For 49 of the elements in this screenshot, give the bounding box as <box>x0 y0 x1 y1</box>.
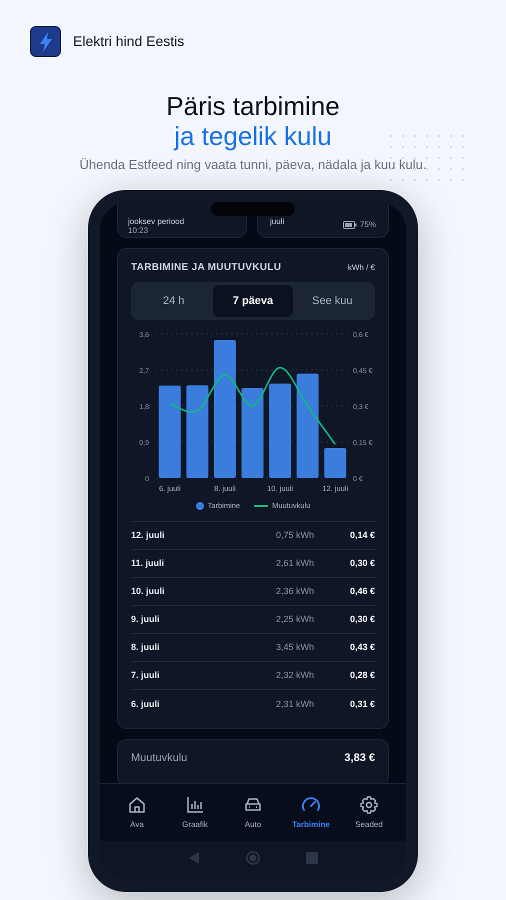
nav-tab[interactable]: Auto <box>224 794 282 830</box>
row-date: 7. juuli <box>131 669 161 682</box>
period-tab[interactable]: 7 päeva <box>213 285 293 317</box>
total-value: 3,83 € <box>344 751 375 766</box>
home-icon <box>127 794 147 814</box>
headline: Päris tarbimine <box>166 91 340 121</box>
row-cost: 0,30 € <box>348 557 375 570</box>
period-tab[interactable]: 24 h <box>134 285 214 317</box>
bar-chart-icon <box>185 794 205 814</box>
home-button-icon[interactable] <box>246 851 260 865</box>
row-date: 6. juuli <box>131 698 161 711</box>
row-consumption: 2,32 kWh <box>274 669 314 682</box>
nav-tab[interactable]: Tarbimine <box>282 794 340 830</box>
row-cost: 0,43 € <box>348 641 375 654</box>
app-logo-icon <box>30 26 61 57</box>
row-consumption: 2,25 kWh <box>274 613 314 626</box>
recents-icon[interactable] <box>306 851 318 865</box>
unit-label: kWh / € <box>348 262 375 274</box>
row-consumption: 2,61 kWh <box>274 557 314 570</box>
row-date: 10. juuli <box>131 585 166 598</box>
row-cost: 0,14 € <box>348 529 375 542</box>
row-date: 9. juuli <box>131 613 161 626</box>
nav-tab[interactable]: Ava <box>108 794 166 830</box>
card-title: TARBIMINE JA MUUTUVKULU <box>131 261 282 275</box>
row-cost: 0,31 € <box>348 698 375 710</box>
nav-tab[interactable]: Graafik <box>166 794 224 830</box>
battery-icon <box>342 220 357 228</box>
back-icon[interactable] <box>188 851 200 865</box>
row-cost: 0,30 € <box>348 613 375 626</box>
row-consumption: 0,75 kWh <box>274 529 314 542</box>
card-label: juuli <box>270 217 284 226</box>
row-date: 12. juuli <box>131 529 166 542</box>
nav-tab[interactable]: Seaded <box>340 794 398 830</box>
card-label: jooksev periood <box>128 217 186 226</box>
status-time: 10:23 <box>128 226 150 235</box>
subtitle: Ühenda Estfeed ning vaata tunni, päeva, nädala ja kuu kulu. <box>80 156 426 174</box>
app-name: Elektri hind Eestis <box>73 32 184 51</box>
row-date: 8. juuli <box>131 641 161 654</box>
total-label: Muutuvkulu <box>131 751 188 766</box>
row-date: 11. juuli <box>131 557 166 570</box>
row-consumption: 3,45 kWh <box>274 641 314 654</box>
period-tab[interactable]: See kuu <box>292 285 372 317</box>
battery-level: 75% <box>360 220 376 229</box>
settings-icon <box>359 794 379 814</box>
row-cost: 0,46 € <box>348 585 375 598</box>
row-consumption: 2,36 kWh <box>274 585 314 598</box>
row-consumption: 2,31 kWh <box>274 698 314 710</box>
headline-highlight: ja tegelik kulu <box>174 121 332 151</box>
row-cost: 0,28 € <box>348 669 375 682</box>
